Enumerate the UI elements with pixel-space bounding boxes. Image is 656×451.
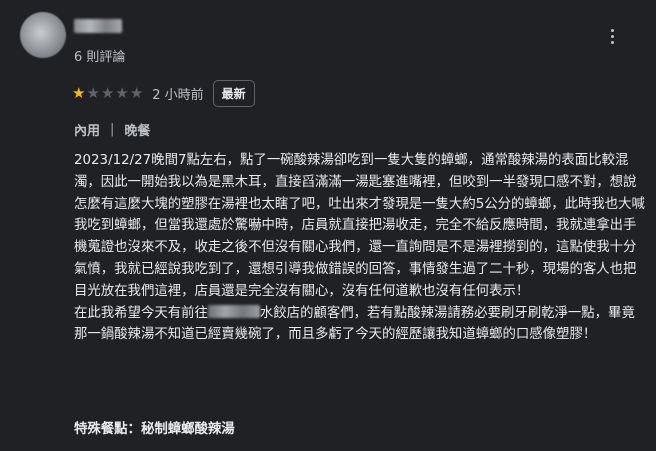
more-vert-icon-dot — [610, 40, 614, 44]
reviewer-review-count: 6 則評論 — [74, 50, 126, 65]
more-vert-icon — [610, 28, 614, 32]
star-icon-empty: ★ — [100, 83, 115, 102]
more-options-button[interactable] — [600, 24, 624, 48]
more-vert-icon-dot — [610, 34, 614, 38]
avatar[interactable] — [20, 12, 66, 58]
star-icon-empty: ★ — [129, 83, 144, 102]
meta-separator: | — [110, 122, 115, 137]
star-icon-empty: ★ — [86, 83, 100, 102]
special-dish-label: 特殊餐點： — [74, 422, 141, 437]
review-card: 6 則評論 ★ ★ ★ ★ ★ 2 小時前 最新 內用 | 晚餐 2023/12… — [0, 0, 656, 451]
dining-meta: 內用 | 晚餐 — [74, 120, 150, 139]
redacted-store-name — [207, 304, 260, 318]
star-icon-empty: ★ — [115, 83, 129, 102]
reviewer-name-redacted[interactable] — [74, 19, 122, 33]
star-rating: ★ ★ ★ ★ ★ — [72, 83, 144, 102]
service-type: 內用 — [74, 124, 101, 139]
special-dish: 特殊餐點：秘制蟑螂酸辣湯 — [74, 417, 235, 437]
rating-row: ★ ★ ★ ★ ★ 2 小時前 最新 — [72, 79, 255, 107]
review-paragraph-2: 在此我希望今天有前往 水餃店的顧客們，若有點酸辣湯請務必要刷牙刷乾淨一點，畢竟那一… — [74, 303, 646, 347]
review-paragraph-2-start: 在此我希望今天有前往 — [74, 305, 208, 321]
meal-type: 晚餐 — [124, 124, 151, 139]
special-dish-value: 秘制蟑螂酸辣湯 — [140, 422, 235, 437]
review-body: 2023/12/27晚間7點左右，點了一碗酸辣湯卻吃到一隻大隻的蟑螂，通常酸辣湯… — [74, 150, 646, 346]
review-paragraph-1: 2023/12/27晚間7點左右，點了一碗酸辣湯卻吃到一隻大隻的蟑螂，通常酸辣湯… — [74, 153, 645, 299]
star-icon-filled: ★ — [72, 83, 86, 102]
review-time: 2 小時前 — [152, 87, 204, 103]
newest-badge: 最新 — [212, 79, 255, 107]
